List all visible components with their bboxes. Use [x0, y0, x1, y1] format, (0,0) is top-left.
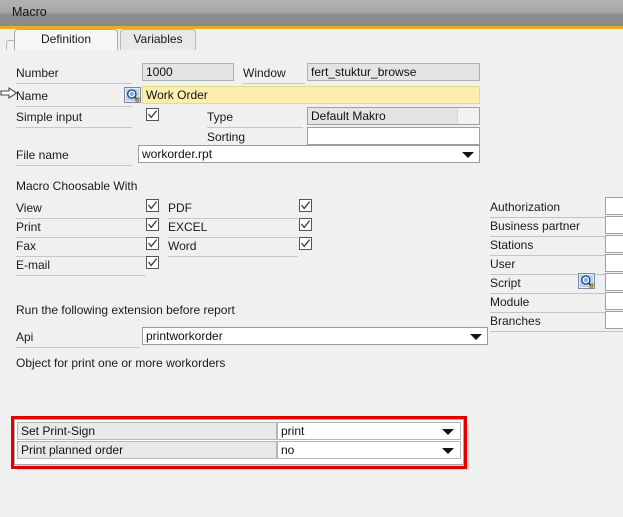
right-item-user-field[interactable] [605, 254, 623, 272]
choosable-excel-label: EXCEL [168, 219, 207, 235]
file-name-value: workorder.rpt [142, 147, 212, 161]
choosable-view-label: View [16, 200, 42, 216]
parameter-grid-highlight-box [11, 416, 467, 469]
api-value: printworkorder [146, 329, 223, 343]
chevron-down-icon [470, 334, 482, 340]
choosable-fax-label: Fax [16, 238, 36, 254]
number-label-rule [16, 83, 132, 84]
file-name-combo[interactable]: workorder.rpt [138, 145, 480, 163]
choosable-pdf-checkbox[interactable] [299, 199, 312, 212]
type-label: Type [207, 109, 233, 125]
api-combo[interactable]: printworkorder [142, 327, 488, 345]
right-item-branches-label: Branches [490, 313, 541, 329]
number-value: 1000 [146, 65, 173, 79]
type-value: Default Makro [311, 109, 386, 123]
name-field[interactable]: Work Order [142, 86, 480, 104]
tabstrip: Definition Variables [0, 29, 623, 50]
choosable-print-label: Print [16, 219, 41, 235]
window-title: Macro [12, 5, 47, 19]
right-item-script-field[interactable] [605, 273, 623, 291]
choosable-email-checkbox[interactable] [146, 256, 159, 269]
file-name-label: File name [16, 147, 69, 163]
right-item-module-label: Module [490, 294, 529, 310]
right-item-branches-rule [490, 331, 623, 332]
sorting-field[interactable] [307, 127, 480, 145]
right-item-authorization-label: Authorization [490, 199, 560, 215]
type-field[interactable]: Default Makro [307, 107, 480, 125]
right-item-module-field[interactable] [605, 292, 623, 310]
choosable-word-checkbox[interactable] [299, 237, 312, 250]
choosable-heading: Macro Choosable With [16, 178, 137, 194]
tab-variables-label: Variables [133, 32, 182, 46]
tab-definition-label: Definition [41, 32, 91, 46]
choosable-word-label: Word [168, 238, 196, 254]
window-label-rule [243, 83, 305, 84]
choosable-print-checkbox[interactable] [146, 218, 159, 231]
script-magnifier-icon[interactable] [578, 273, 595, 289]
macro-definition-window: Macro Definition Variables Number 1000 W… [0, 0, 623, 517]
simple-input-checkbox[interactable] [146, 108, 159, 121]
right-item-business-partner-label: Business partner [490, 218, 580, 234]
window-field[interactable]: fert_stuktur_browse [307, 63, 480, 81]
number-field[interactable]: 1000 [142, 63, 234, 81]
choosable-email-rule [16, 275, 146, 276]
right-item-stations-field[interactable] [605, 235, 623, 253]
window-titlebar: Macro [0, 0, 623, 26]
number-label: Number [16, 65, 59, 81]
name-value: Work Order [146, 88, 208, 102]
type-field-tail [457, 108, 479, 124]
choosable-view-checkbox[interactable] [146, 199, 159, 212]
simple-input-label: Simple input [16, 109, 82, 125]
window-label: Window [243, 65, 286, 81]
right-item-stations-label: Stations [490, 237, 533, 253]
tab-variables[interactable]: Variables [120, 29, 196, 50]
chevron-down-icon [462, 152, 474, 158]
simple-input-label-rule [16, 127, 132, 128]
file-name-label-rule [16, 165, 132, 166]
tabstrip-corner [6, 40, 14, 50]
api-label: Api [16, 329, 33, 345]
choosable-fax-checkbox[interactable] [146, 237, 159, 250]
extension-description: Object for print one or more workorders [16, 355, 225, 371]
extension-heading: Run the following extension before repor… [16, 302, 235, 318]
type-label-rule [207, 127, 303, 128]
choosable-excel-checkbox[interactable] [299, 218, 312, 231]
right-item-branches-field[interactable] [605, 311, 623, 329]
magnifier-icon[interactable] [124, 87, 141, 103]
right-item-business-partner-field[interactable] [605, 216, 623, 234]
choosable-email-label: E-mail [16, 257, 50, 273]
window-value: fert_stuktur_browse [311, 65, 416, 79]
choosable-word-rule [168, 256, 298, 257]
tab-definition[interactable]: Definition [14, 29, 118, 50]
sorting-label: Sorting [207, 129, 245, 145]
api-label-rule [16, 347, 140, 348]
name-label-rule [16, 106, 132, 107]
right-item-script-label: Script [490, 275, 521, 291]
name-label: Name [16, 88, 48, 104]
right-item-authorization-field[interactable] [605, 197, 623, 215]
definition-panel: Number 1000 Window fert_stuktur_browse N… [0, 50, 623, 517]
choosable-pdf-label: PDF [168, 200, 192, 216]
right-item-user-label: User [490, 256, 515, 272]
